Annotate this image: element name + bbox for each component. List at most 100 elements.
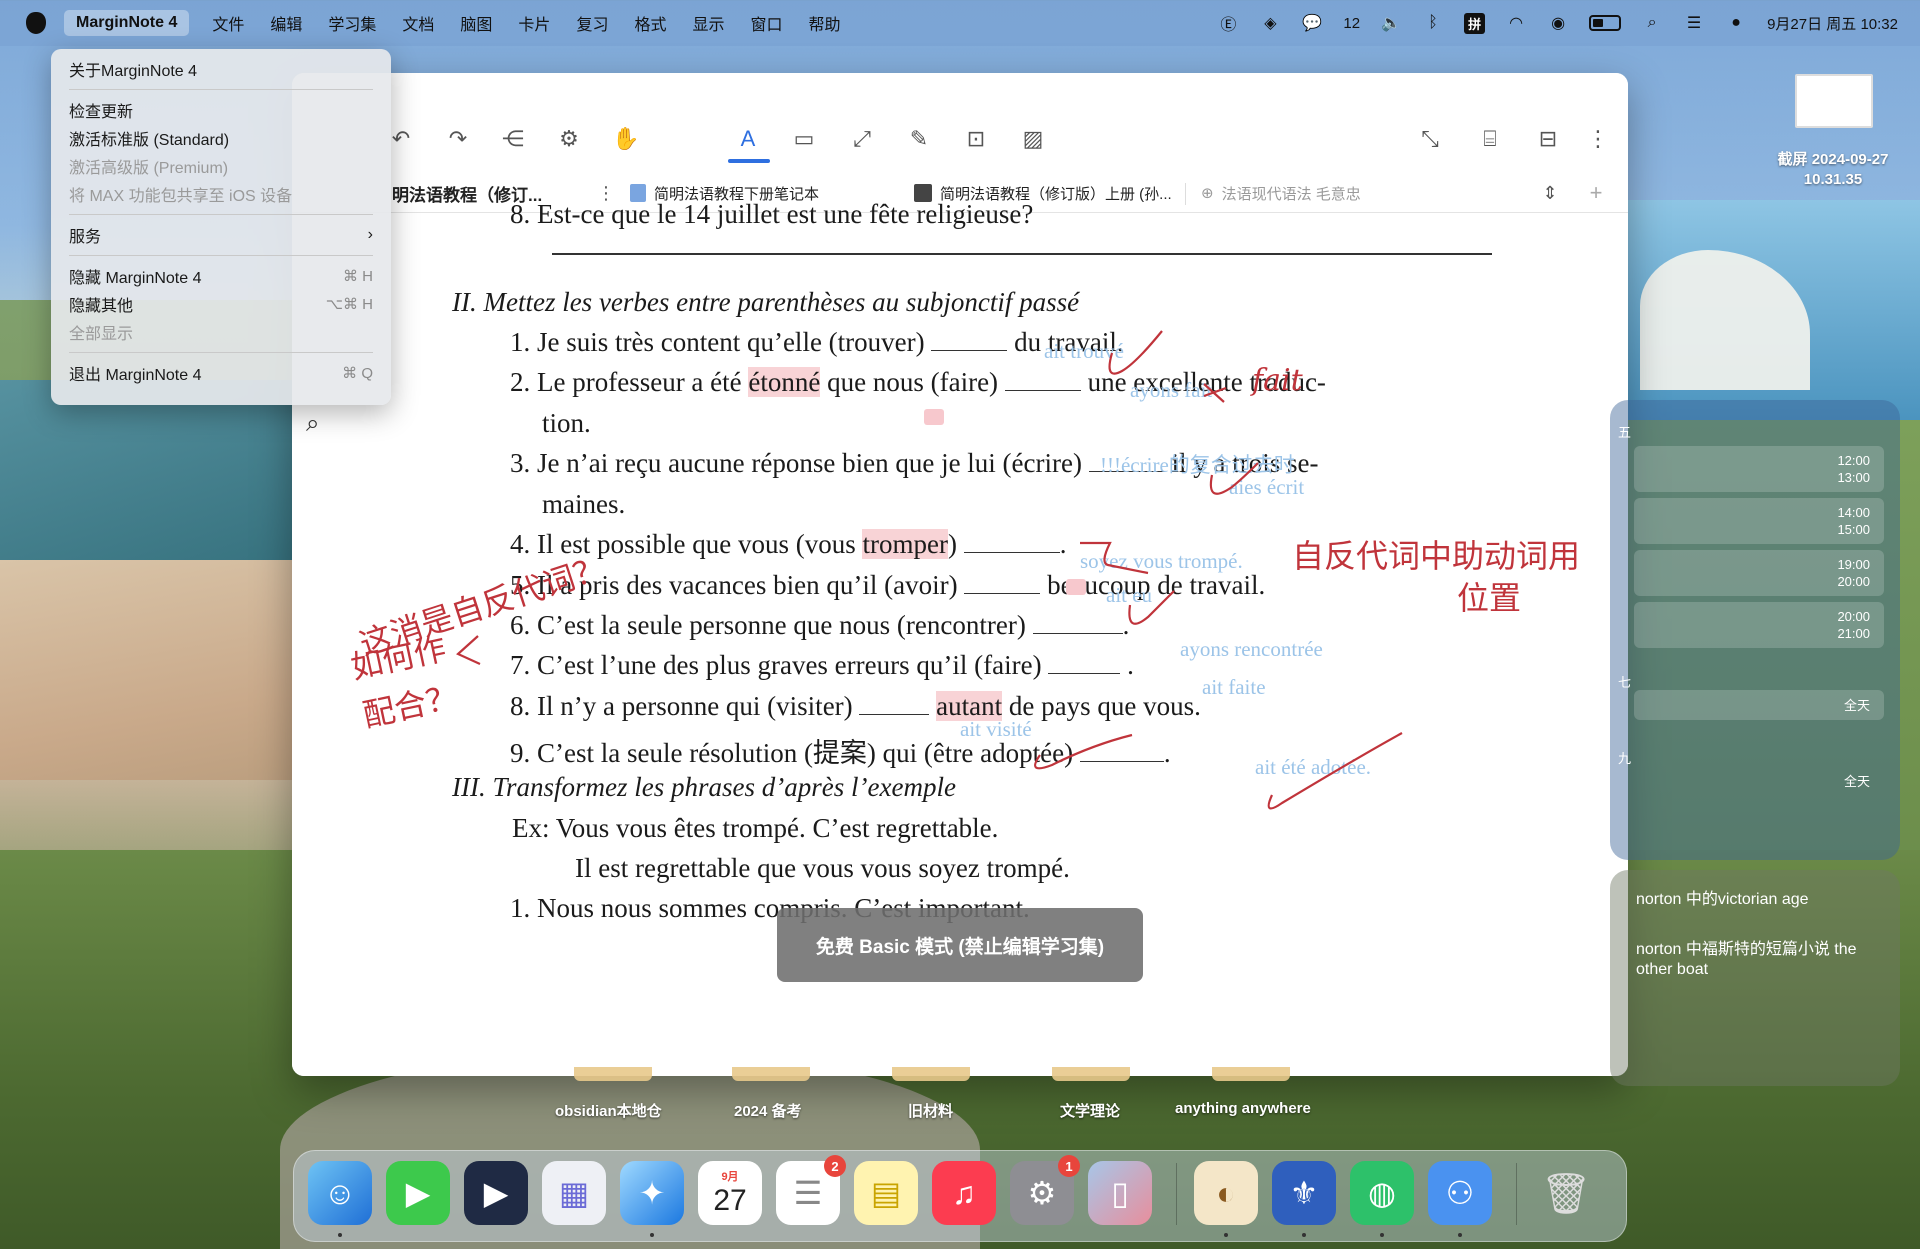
folder-icon[interactable] <box>574 1067 652 1081</box>
menu-file[interactable]: 文件 <box>199 11 257 35</box>
battery-icon[interactable] <box>1589 15 1622 31</box>
folder-icon[interactable] <box>1052 1067 1130 1081</box>
menu-shortcut: ⌥⌘ H <box>325 296 373 313</box>
sort-icon[interactable]: ⇕ <box>1536 179 1564 207</box>
desktop-folder-label[interactable]: 旧材料 <box>908 1100 953 1121</box>
pen-icon[interactable]: ✎ <box>905 125 933 153</box>
folder-icon[interactable] <box>892 1067 970 1081</box>
hand-tool-icon[interactable]: ✋ <box>612 125 640 153</box>
siri-icon[interactable]: ● <box>1725 13 1747 33</box>
crop-rotate-icon[interactable]: ⤢ <box>848 125 876 153</box>
menu-hide-others[interactable]: 隐藏其他 ⌥⌘ H <box>59 290 383 318</box>
note-item[interactable]: norton 中的victorian age <box>1636 890 1886 910</box>
launchpad-icon[interactable]: ▦ <box>542 1161 606 1225</box>
menu-label: 服务 <box>69 229 102 246</box>
rectangle-select-icon[interactable]: ▭ <box>790 125 818 153</box>
comment-icon[interactable] <box>1066 579 1086 595</box>
menubar-clock[interactable]: 9月27日 周五 10:32 <box>1767 13 1898 34</box>
wechat-app-icon[interactable]: ◍ <box>1350 1161 1414 1225</box>
collaboration-app-icon[interactable]: ⚇ <box>1428 1161 1492 1225</box>
trash-icon[interactable]: 🗑 <box>1534 1161 1598 1225</box>
menu-services[interactable]: 服务 › <box>59 221 383 249</box>
spotlight-search-icon[interactable]: ⌕ <box>1641 13 1663 33</box>
menu-window[interactable]: 窗口 <box>737 11 795 35</box>
desktop-folder-label[interactable]: 文学理论 <box>1060 1100 1120 1121</box>
calendar-weekday-label: 七 <box>1618 675 1632 690</box>
music-icon[interactable]: ♫ <box>932 1161 996 1225</box>
marginnote-app-icon[interactable]: ◐ <box>1194 1161 1258 1225</box>
comment-icon[interactable] <box>924 409 944 425</box>
calendar-widget[interactable]: 五 12:00 13:00 14:00 15:00 19:00 20:00 20:00… <box>1610 400 1900 860</box>
menu-shortcut: ⌘ Q <box>342 365 373 382</box>
menu-activate-standard[interactable]: 激活标准版 (Standard) <box>59 124 383 152</box>
notes-widget[interactable]: norton 中的victorian age norton 中福斯特的短篇小说 … <box>1610 870 1900 1086</box>
redo-icon[interactable]: ↷ <box>444 125 472 153</box>
user-icon[interactable]: ◉ <box>1547 13 1569 33</box>
menu-mindmap[interactable]: 脑图 <box>447 11 505 35</box>
input-method-icon[interactable]: 拼 <box>1464 12 1486 34</box>
bookmark-icon[interactable]: ⊟ <box>1534 125 1562 153</box>
bluetooth-icon[interactable]: ᛒ <box>1422 13 1444 33</box>
ebook-icon[interactable]: Ⓔ <box>1217 13 1239 34</box>
calendar-event[interactable]: 14:00 15:00 <box>1634 498 1884 544</box>
menu-study-set[interactable]: 学习集 <box>315 11 389 35</box>
event-end: 13:00 <box>1837 470 1870 485</box>
menu-card[interactable]: 卡片 <box>505 11 563 35</box>
reminders-icon[interactable]: ☰ 2 <box>776 1155 846 1225</box>
desktop-folder-label[interactable]: anything anywhere <box>1175 1100 1311 1117</box>
calendar-event[interactable]: 12:00 13:00 <box>1634 446 1884 492</box>
menu-review[interactable]: 复习 <box>563 11 621 35</box>
add-circle-icon: ⊕ <box>1201 185 1214 202</box>
app-menu-title[interactable]: MarginNote 4 <box>64 10 190 36</box>
search-icon[interactable]: ⌕ <box>306 410 319 438</box>
calendar-allday-event[interactable]: 全天 <box>1634 766 1884 796</box>
iphone-mirroring-icon[interactable]: ▯ <box>1088 1161 1152 1225</box>
share-icon[interactable]: ⋲ <box>499 125 527 153</box>
calendar-allday-event[interactable]: 全天 <box>1634 690 1884 720</box>
screenshot-file-label[interactable]: 截屏 2024-09-27 10.31.35 <box>1748 150 1918 190</box>
menu-edit[interactable]: 编辑 <box>257 11 315 35</box>
event-start: 12:00 <box>1837 453 1870 468</box>
folder-icon[interactable] <box>732 1067 810 1081</box>
desktop-folder-label[interactable]: 2024 备考 <box>734 1100 802 1121</box>
volume-icon[interactable]: 🔈 <box>1380 13 1402 33</box>
image-icon[interactable]: ▨ <box>1019 125 1047 153</box>
menu-document[interactable]: 文档 <box>389 11 447 35</box>
french-dictionary-icon[interactable]: ⚜ <box>1272 1161 1336 1225</box>
screenshot-file-thumbnail[interactable] <box>1795 74 1873 128</box>
wifi-icon[interactable]: ◠ <box>1505 13 1527 33</box>
menu-help[interactable]: 帮助 <box>796 11 854 35</box>
tab-grammar[interactable]: ⊕ 法语现代语法 毛意忠 <box>1201 173 1361 213</box>
collapse-icon[interactable]: ⤡ <box>1416 125 1444 153</box>
settings-wheel-icon[interactable]: ⚙ <box>555 125 583 153</box>
toolbar: ↶ ↷ ⋲ ⚙ ✋ A ▭ ⤢ ✎ ⊡ ▨ ⤡ ⌸ ⊟ ⋮ <box>292 73 1628 173</box>
add-tab-icon[interactable]: + <box>1582 179 1610 207</box>
undo-icon[interactable]: ↶ <box>387 125 415 153</box>
facetime-icon[interactable]: ▶ <box>386 1161 450 1225</box>
menu-check-update[interactable]: 检查更新 <box>59 96 383 124</box>
sync-icon[interactable]: ◈ <box>1259 13 1281 33</box>
calendar-event[interactable]: 20:00 21:00 <box>1634 602 1884 648</box>
calendar-event[interactable]: 19:00 20:00 <box>1634 550 1884 596</box>
text-highlight-icon[interactable]: A <box>734 125 762 153</box>
calendar-app-icon[interactable]: 9月 27 <box>698 1161 762 1225</box>
apple-logo-icon[interactable] <box>26 12 46 34</box>
folder-icon[interactable] <box>1212 1067 1290 1081</box>
text-box-icon[interactable]: ⊡ <box>962 125 990 153</box>
more-options-icon[interactable]: ⋮ <box>1584 125 1612 153</box>
finder-icon[interactable]: ☺ <box>308 1161 372 1225</box>
safari-icon[interactable]: ✦ <box>620 1161 684 1225</box>
menu-about[interactable]: 关于MarginNote 4 <box>59 55 383 83</box>
system-settings-icon[interactable]: ⚙ 1 <box>1010 1155 1080 1225</box>
notes-app-icon[interactable]: ▤ <box>854 1161 918 1225</box>
note-item[interactable]: norton 中福斯特的短篇小说 the other boat <box>1636 940 1886 980</box>
menu-quit[interactable]: 退出 MarginNote 4 ⌘ Q <box>59 359 383 387</box>
control-center-icon[interactable]: ☰ <box>1683 13 1705 33</box>
menu-view[interactable]: 显示 <box>679 11 737 35</box>
wechat-icon[interactable]: 💬 <box>1301 13 1323 33</box>
media-player-icon[interactable]: ▶ <box>464 1161 528 1225</box>
desktop-folder-label[interactable]: obsidian本地仓 <box>555 1100 662 1121</box>
document-search-icon[interactable]: ⌸ <box>1476 125 1504 153</box>
menu-hide-app[interactable]: 隐藏 MarginNote 4 ⌘ H <box>59 262 383 290</box>
menu-format[interactable]: 格式 <box>621 11 679 35</box>
